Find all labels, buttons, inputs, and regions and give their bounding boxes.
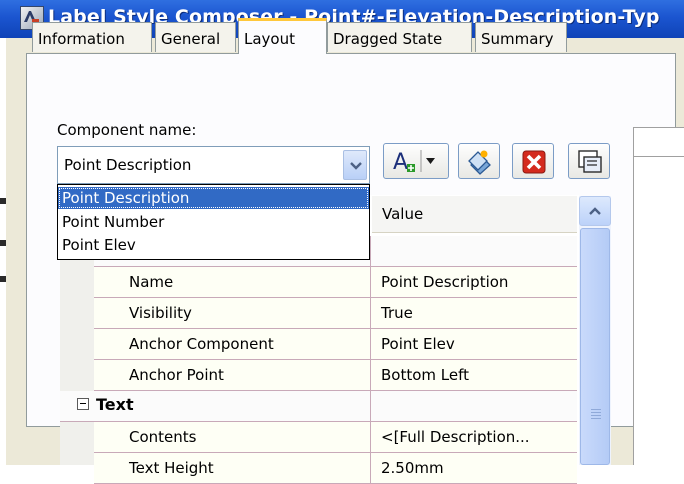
delete-component-button[interactable] [512, 143, 554, 179]
grid-row-contents[interactable]: Contents <[Full Description... [94, 422, 577, 453]
property-name: Anchor Component [129, 335, 274, 353]
collapse-icon[interactable] [77, 398, 89, 410]
property-value: Point Elev [381, 335, 455, 353]
category-row-text[interactable] [60, 391, 577, 422]
value-column-header[interactable]: Value [372, 196, 577, 233]
grid-left-gutter [60, 236, 94, 465]
dropdown-option-point-description[interactable]: Point Description [58, 187, 369, 209]
component-name-value: Point Description [64, 156, 192, 174]
property-value: Bottom Left [381, 366, 470, 384]
tab-summary[interactable]: Summary [475, 22, 567, 52]
property-value: Point Description [381, 273, 509, 291]
column-divider [370, 267, 371, 297]
property-name: Anchor Point [129, 366, 224, 384]
copy-component-button[interactable] [458, 143, 500, 179]
component-draw-order-icon [578, 150, 602, 173]
property-value: True [381, 304, 413, 322]
dropdown-option-point-elev[interactable]: Point Elev [58, 234, 369, 256]
copy-component-icon [468, 150, 491, 175]
tab-layout[interactable]: Layout [238, 18, 327, 54]
scrollbar-thumb[interactable] [580, 228, 610, 465]
component-draw-order-button[interactable] [568, 143, 610, 179]
dropdown-option-point-number[interactable]: Point Number [58, 211, 369, 233]
component-name-label: Component name: [57, 121, 197, 139]
thumb-grip [591, 409, 601, 410]
thumb-grip [591, 412, 601, 413]
thumb-grip [591, 415, 601, 416]
delete-component-icon [522, 150, 546, 174]
scroll-up-button[interactable] [579, 196, 611, 226]
grid-row-anchor-point[interactable]: Anchor Point Bottom Left [94, 360, 577, 391]
chevron-up-icon [589, 207, 601, 215]
property-name: Contents [129, 428, 197, 446]
column-divider [370, 329, 371, 359]
tab-label: Layout [244, 30, 295, 48]
property-name: Name [129, 273, 174, 291]
category-label: Text [96, 395, 134, 414]
chevron-down-icon[interactable] [343, 150, 367, 180]
grid-row-visibility[interactable]: Visibility True [94, 298, 577, 329]
tab-dragged-state[interactable]: Dragged State [327, 22, 472, 52]
tab-information[interactable]: Information [32, 22, 152, 52]
column-divider [370, 391, 371, 421]
preview-toolbar-divider [633, 156, 684, 157]
tab-label: General [161, 30, 221, 48]
property-value: 2.50mm [381, 459, 444, 477]
create-text-component-icon: A [393, 150, 408, 175]
component-dropdown-list: Point Description Point Number Point Ele… [57, 184, 370, 260]
tab-general[interactable]: General [155, 22, 236, 52]
component-name-combo[interactable]: Point Description [57, 146, 370, 184]
grid-row-text-height[interactable]: Text Height 2.50mm [94, 453, 577, 484]
property-value: <[Full Description... [381, 428, 530, 446]
column-divider [370, 298, 371, 328]
tab-label: Dragged State [333, 30, 443, 48]
thumb-grip [591, 418, 601, 419]
create-text-component-button[interactable]: A [383, 143, 449, 179]
column-divider [370, 422, 371, 452]
grid-row-anchor-component[interactable]: Anchor Component Point Elev [94, 329, 577, 360]
property-name: Visibility [129, 304, 192, 322]
value-header-label: Value [382, 205, 424, 223]
grid-row-name[interactable]: Name Point Description [94, 267, 577, 298]
tab-label: Summary [481, 30, 554, 48]
column-divider [370, 360, 371, 390]
preview-pane[interactable] [633, 127, 684, 465]
column-divider [370, 236, 371, 266]
tab-label: Information [38, 30, 125, 48]
property-name: Text Height [129, 459, 214, 477]
column-divider [370, 453, 371, 483]
